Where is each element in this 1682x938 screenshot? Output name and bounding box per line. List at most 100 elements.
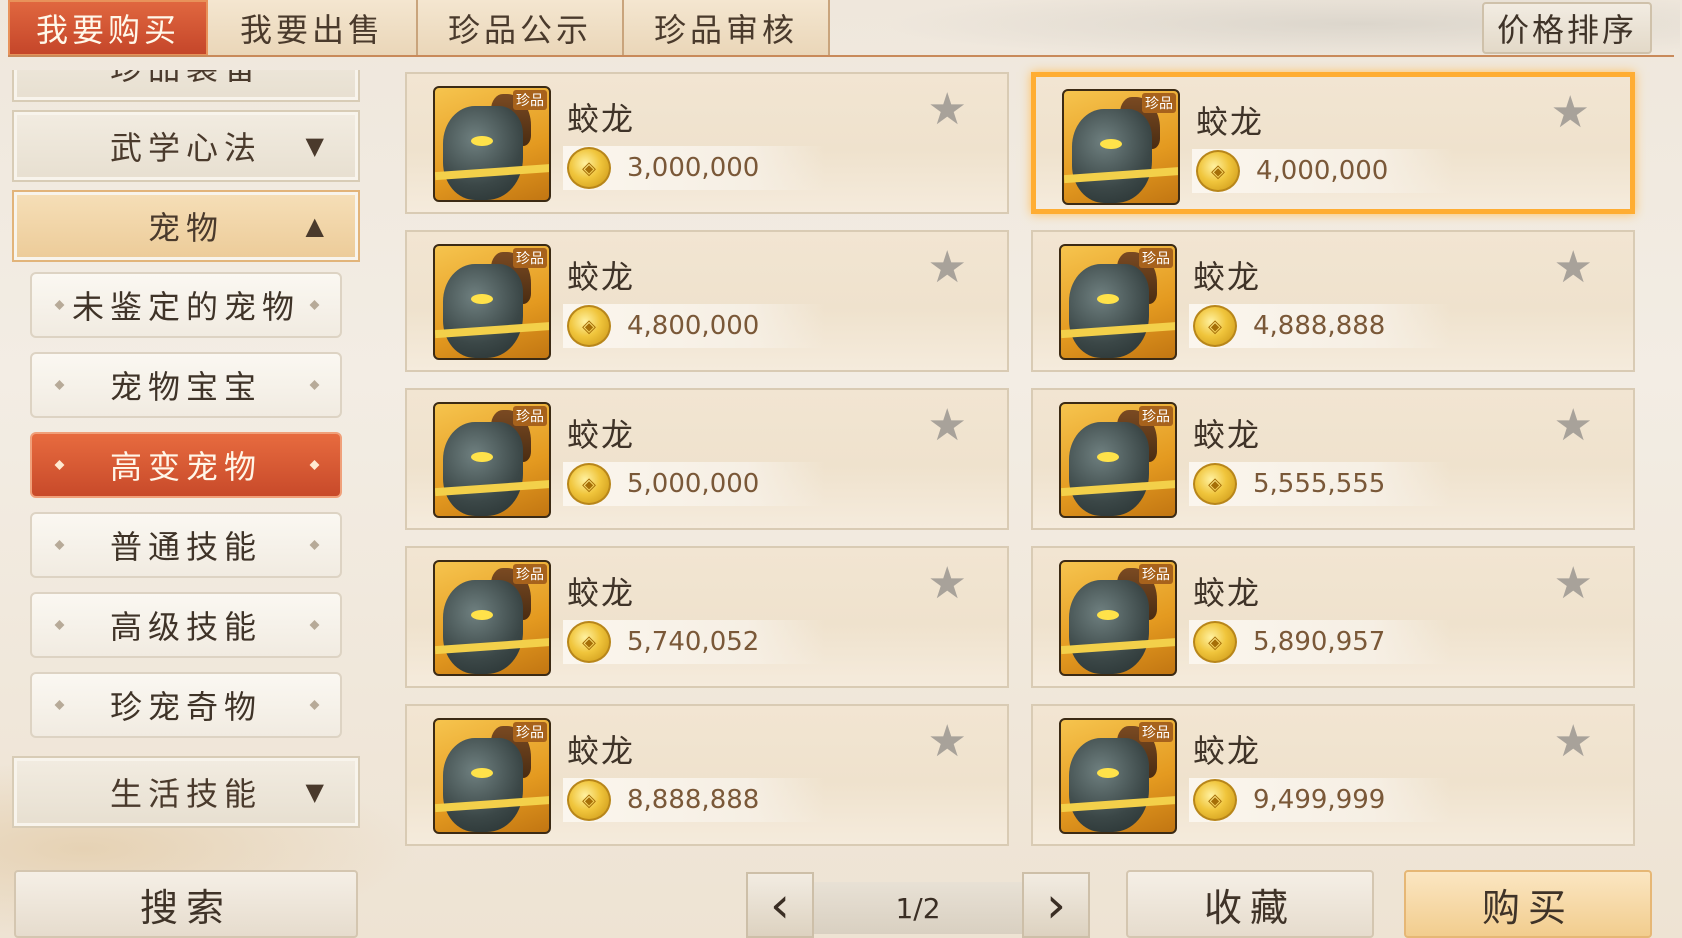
chevron-right-icon: › xyxy=(1046,876,1066,934)
subcategory-advanced-skills[interactable]: 高级技能 xyxy=(30,592,342,658)
subcategory-unidentified-pets[interactable]: 未鉴定的宠物 xyxy=(30,272,342,338)
category-life-skills[interactable]: 生活技能 ▼ xyxy=(12,756,360,828)
chevron-down-icon: ▼ xyxy=(305,132,330,160)
gold-coin-icon: ◈ xyxy=(567,147,611,189)
dragon-pet-portrait: 珍品 xyxy=(433,402,551,518)
star-icon[interactable]: ★ xyxy=(1551,91,1590,135)
chevron-up-icon: ▲ xyxy=(305,212,330,240)
pet-name: 蛟龙 xyxy=(567,100,636,138)
listing-card[interactable]: 珍品 蛟龙 ◈ 5,890,957 ★ xyxy=(1031,546,1635,688)
favorite-button[interactable]: 收藏 xyxy=(1126,870,1374,938)
subcategory-label: 珍宠奇物 xyxy=(109,688,262,726)
price-display: ◈ 3,000,000 xyxy=(563,146,825,190)
price-sort-button[interactable]: 价格排序 xyxy=(1482,2,1652,54)
dragon-pet-portrait: 珍品 xyxy=(433,86,551,202)
gold-coin-icon: ◈ xyxy=(1193,621,1237,663)
subcategory-label: 未鉴定的宠物 xyxy=(71,288,300,326)
pet-name: 蛟龙 xyxy=(567,416,636,454)
dragon-pet-portrait: 珍品 xyxy=(1062,89,1180,205)
tab-sell[interactable]: 我要出售 xyxy=(208,0,418,56)
prev-page-button[interactable]: ‹ xyxy=(746,872,814,938)
price-display: ◈ 9,499,999 xyxy=(1189,778,1451,822)
gold-coin-icon: ◈ xyxy=(1193,779,1237,821)
diamond-icon xyxy=(54,540,65,550)
gold-coin-icon: ◈ xyxy=(1196,150,1240,192)
price-display: ◈ 4,888,888 xyxy=(1189,304,1451,348)
pet-name: 蛟龙 xyxy=(1196,103,1265,141)
subcategory-label: 普通技能 xyxy=(109,528,262,566)
next-page-button[interactable]: › xyxy=(1022,872,1090,938)
tab-treasure-publicity[interactable]: 珍品公示 xyxy=(418,0,624,56)
subcategory-label: 高变宠物 xyxy=(109,448,262,486)
price-display: ◈ 4,800,000 xyxy=(563,304,825,348)
diamond-icon xyxy=(309,620,320,630)
top-tab-bar: 我要购买 我要出售 珍品公示 珍品审核 价格排序 xyxy=(0,0,1682,58)
pet-name: 蛟龙 xyxy=(567,258,636,296)
subcategory-pet-baby[interactable]: 宠物宝宝 xyxy=(30,352,342,418)
price-value: 9,499,999 xyxy=(1253,785,1386,815)
price-value: 4,800,000 xyxy=(627,311,760,341)
dragon-pet-portrait: 珍品 xyxy=(433,560,551,676)
price-value: 5,740,052 xyxy=(627,627,760,657)
star-icon[interactable]: ★ xyxy=(928,246,967,290)
dragon-pet-portrait: 珍品 xyxy=(1059,402,1177,518)
price-value: 4,000,000 xyxy=(1256,156,1389,186)
diamond-icon xyxy=(54,700,65,710)
search-button[interactable]: 搜索 xyxy=(14,870,358,938)
category-label: 宠物 xyxy=(147,209,224,247)
treasure-badge: 珍品 xyxy=(513,248,547,268)
subcategory-label: 宠物宝宝 xyxy=(109,368,262,406)
listing-card[interactable]: 珍品 蛟龙 ◈ 5,740,052 ★ xyxy=(405,546,1009,688)
star-icon[interactable]: ★ xyxy=(1554,246,1593,290)
tab-buy[interactable]: 我要购买 xyxy=(8,0,208,56)
star-icon[interactable]: ★ xyxy=(928,404,967,448)
star-icon[interactable]: ★ xyxy=(928,88,967,132)
listing-card[interactable]: 珍品 蛟龙 ◈ 3,000,000 ★ xyxy=(405,72,1009,214)
subcategory-normal-skills[interactable]: 普通技能 xyxy=(30,512,342,578)
tab-treasure-review[interactable]: 珍品审核 xyxy=(624,0,830,56)
treasure-badge: 珍品 xyxy=(513,90,547,110)
star-icon[interactable]: ★ xyxy=(928,562,967,606)
category-item-partial[interactable]: 珍品装备 xyxy=(12,70,360,102)
diamond-icon xyxy=(309,300,320,310)
pet-name: 蛟龙 xyxy=(1193,732,1262,770)
price-value: 3,000,000 xyxy=(627,153,760,183)
listing-card-selected[interactable]: 珍品 蛟龙 ◈ 4,000,000 ★ xyxy=(1031,72,1635,214)
listing-card[interactable]: 珍品 蛟龙 ◈ 8,888,888 ★ xyxy=(405,704,1009,846)
price-value: 4,888,888 xyxy=(1253,311,1386,341)
category-martial-arts[interactable]: 武学心法 ▼ xyxy=(12,110,360,182)
listing-card[interactable]: 珍品 蛟龙 ◈ 4,888,888 ★ xyxy=(1031,230,1635,372)
listing-card[interactable]: 珍品 蛟龙 ◈ 4,800,000 ★ xyxy=(405,230,1009,372)
gold-coin-icon: ◈ xyxy=(1193,463,1237,505)
category-sidebar[interactable]: 珍品装备 武学心法 ▼ 宠物 ▲ 未鉴定的宠物 宠物宝宝 高变宠物 普通技能 高… xyxy=(10,70,362,840)
category-label: 生活技能 xyxy=(109,775,262,813)
star-icon[interactable]: ★ xyxy=(1554,404,1593,448)
diamond-icon xyxy=(54,620,65,630)
listing-card[interactable]: 珍品 蛟龙 ◈ 5,555,555 ★ xyxy=(1031,388,1635,530)
chevron-left-icon: ‹ xyxy=(770,876,790,934)
category-label: 武学心法 xyxy=(109,129,262,167)
listing-grid: 珍品 蛟龙 ◈ 3,000,000 ★ 珍品 蛟龙 ◈ 4,000,000 ★ … xyxy=(405,72,1637,852)
subcategory-mutant-pets[interactable]: 高变宠物 xyxy=(30,432,342,498)
price-value: 8,888,888 xyxy=(627,785,760,815)
treasure-badge: 珍品 xyxy=(1139,564,1173,584)
diamond-icon xyxy=(54,300,65,310)
star-icon[interactable]: ★ xyxy=(1554,720,1593,764)
subcategory-rare-pet-items[interactable]: 珍宠奇物 xyxy=(30,672,342,738)
star-icon[interactable]: ★ xyxy=(928,720,967,764)
treasure-badge: 珍品 xyxy=(513,722,547,742)
pagination: ‹ 1/2 › xyxy=(746,872,1090,938)
price-display: ◈ 5,740,052 xyxy=(563,620,825,664)
price-display: ◈ 8,888,888 xyxy=(563,778,825,822)
treasure-badge: 珍品 xyxy=(513,564,547,584)
star-icon[interactable]: ★ xyxy=(1554,562,1593,606)
price-value: 5,555,555 xyxy=(1253,469,1386,499)
buy-button[interactable]: 购买 xyxy=(1404,870,1652,938)
listing-card[interactable]: 珍品 蛟龙 ◈ 5,000,000 ★ xyxy=(405,388,1009,530)
divider xyxy=(8,55,1674,57)
dragon-pet-portrait: 珍品 xyxy=(1059,718,1177,834)
category-pets[interactable]: 宠物 ▲ xyxy=(12,190,360,262)
listing-card[interactable]: 珍品 蛟龙 ◈ 9,499,999 ★ xyxy=(1031,704,1635,846)
gold-coin-icon: ◈ xyxy=(567,779,611,821)
dragon-pet-portrait: 珍品 xyxy=(433,244,551,360)
